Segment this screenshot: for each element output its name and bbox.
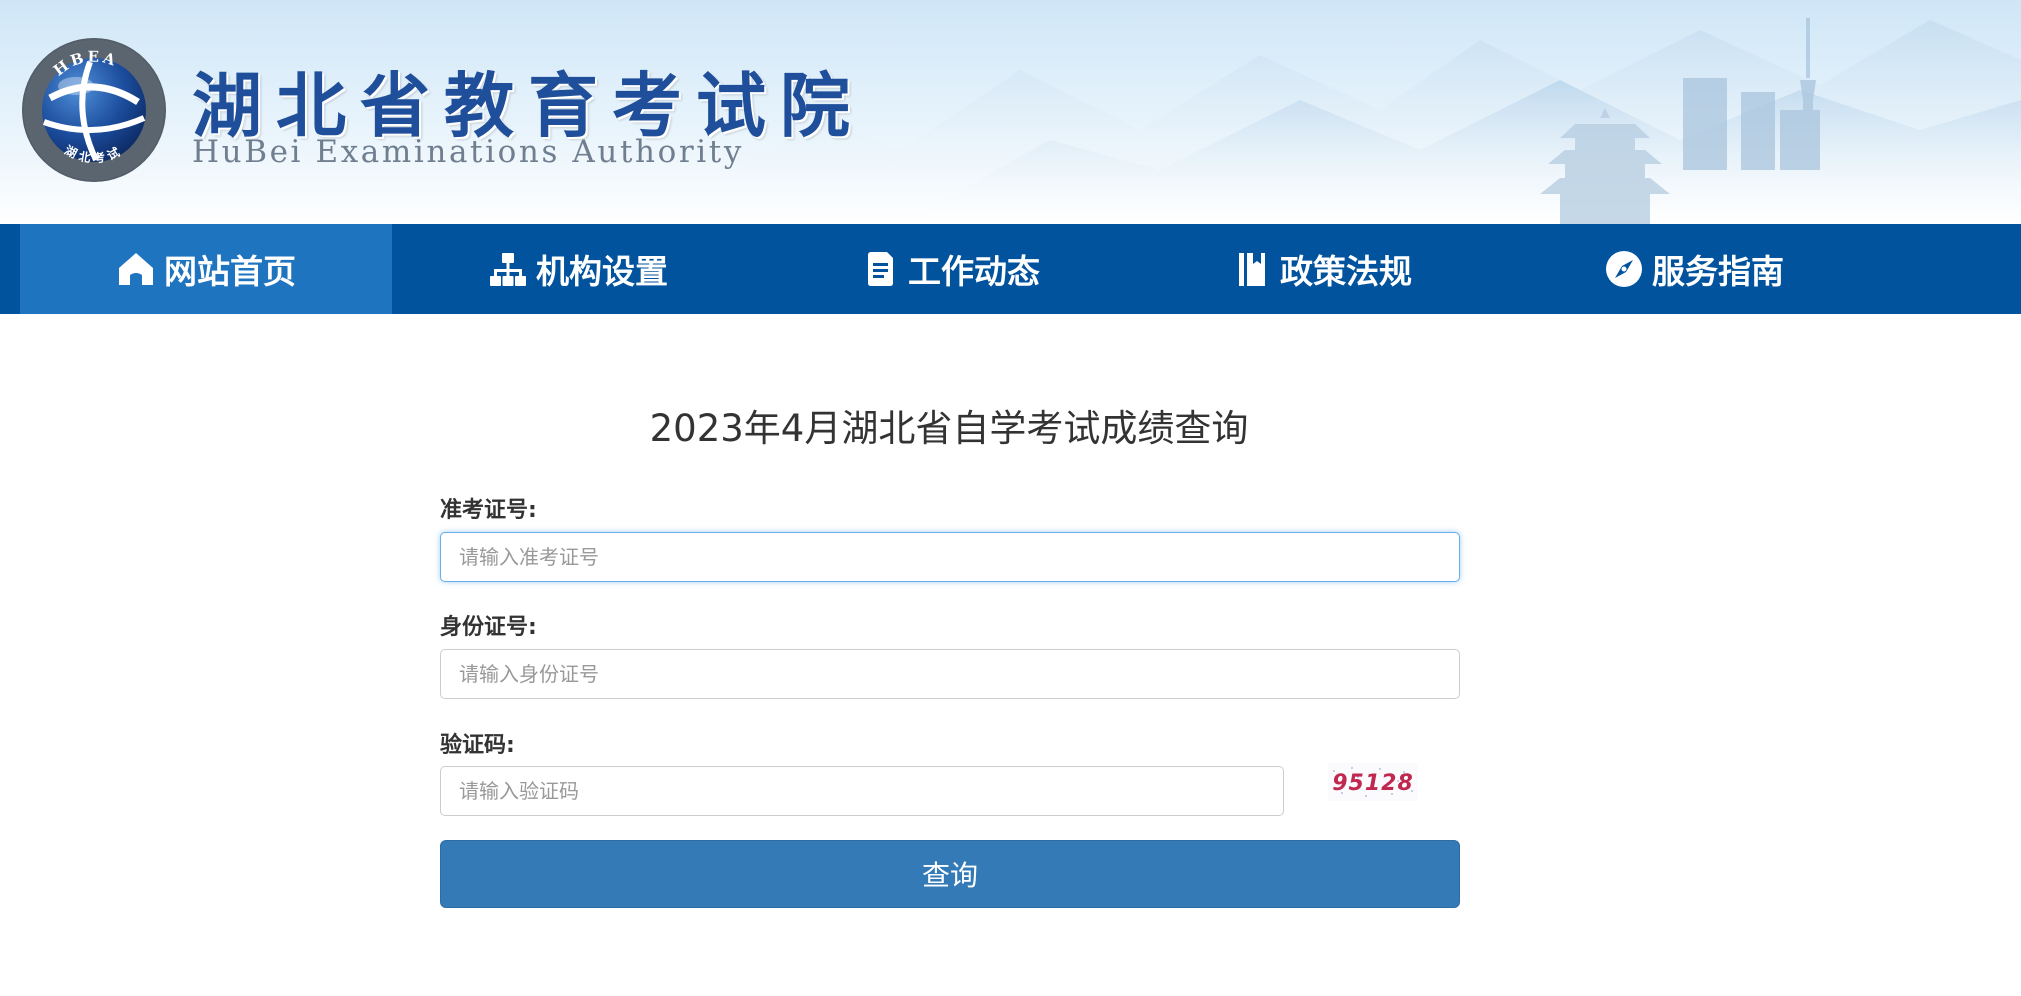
nav-label: 工作动态 xyxy=(908,252,1040,291)
book-icon xyxy=(1232,249,1272,289)
page-title: 2023年4月湖北省自学考试成绩查询 xyxy=(649,407,1249,450)
hbea-logo: HBEA 湖北考试 xyxy=(20,36,168,184)
captcha-image[interactable]: 95128 xyxy=(1328,763,1418,801)
nav-item-home[interactable]: 网站首页 xyxy=(20,224,392,314)
globe-logo-icon: HBEA 湖北考试 xyxy=(22,38,166,182)
id-card-input[interactable] xyxy=(440,649,1460,699)
captcha-input[interactable] xyxy=(440,766,1284,816)
nav-label: 服务指南 xyxy=(1652,252,1784,291)
nav-label: 机构设置 xyxy=(536,252,668,291)
site-subtitle: HuBei Examinations Authority xyxy=(192,134,744,170)
document-icon xyxy=(860,249,900,289)
exam-id-input[interactable] xyxy=(440,532,1460,582)
nav-item-news[interactable]: 工作动态 xyxy=(764,224,1136,314)
sitemap-icon xyxy=(488,249,528,289)
captcha-text: 95128 xyxy=(1332,771,1414,796)
nav-label: 网站首页 xyxy=(164,252,296,291)
nav-item-service[interactable]: 服务指南 xyxy=(1508,224,1880,314)
main-nav: 网站首页 机构设置 工作动态 政策法规 服务指南 xyxy=(0,224,2021,314)
captcha-label: 验证码: xyxy=(440,733,515,758)
id-card-label: 身份证号: xyxy=(440,615,537,640)
header-banner: HBEA 湖北考试 湖北省教育考试院 HuBei Examinations Au… xyxy=(0,0,2021,224)
compass-icon xyxy=(1604,249,1644,289)
exam-id-label: 准考证号: xyxy=(440,498,537,523)
home-icon xyxy=(116,249,156,289)
nav-label: 政策法规 xyxy=(1280,252,1412,291)
nav-item-policy[interactable]: 政策法规 xyxy=(1136,224,1508,314)
nav-item-organization[interactable]: 机构设置 xyxy=(392,224,764,314)
query-button[interactable]: 查询 xyxy=(440,840,1460,908)
